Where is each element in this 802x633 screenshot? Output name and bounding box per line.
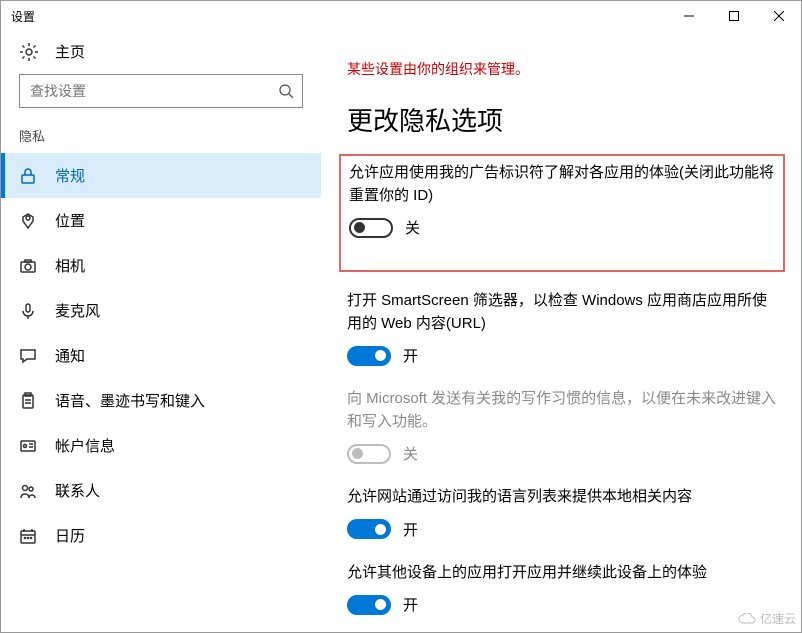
sidebar-item-speech[interactable]: 语音、墨迹书写和键入 (1, 378, 321, 423)
window-title: 设置 (11, 8, 35, 25)
search-input[interactable] (28, 82, 278, 100)
sidebar-item-notif[interactable]: 通知 (1, 333, 321, 378)
sidebar-item-label: 日历 (55, 525, 85, 546)
search-icon (278, 83, 294, 99)
setting-smartscreen: 打开 SmartScreen 筛选器，以检查 Windows 应用商店应用所使用… (347, 290, 777, 366)
sidebar-item-label: 位置 (55, 210, 85, 231)
sidebar: 主页 隐私 常规 位置 相机 麦克风 通知 语音、墨迹书写和键入 帐户信息 联系… (1, 31, 321, 632)
setting-desc: 允许应用使用我的广告标识符了解对各应用的体验(关闭此功能将重置你的 ID) (349, 162, 775, 207)
setting-desc: 允许网站通过访问我的语言列表来提供本地相关内容 (347, 486, 777, 509)
id-card-icon (19, 437, 37, 455)
setting-ad-id: 允许应用使用我的广告标识符了解对各应用的体验(关闭此功能将重置你的 ID) 关 (349, 162, 775, 238)
page-title: 更改隐私选项 (347, 101, 777, 138)
toggle-row: 开 (347, 594, 777, 615)
setting-typing-info: 向 Microsoft 发送有关我的写作习惯的信息，以便在未来改进键入和写入功能… (347, 388, 777, 464)
sidebar-item-label: 常规 (55, 165, 85, 186)
toggle-switch (347, 444, 391, 464)
clipboard-icon (19, 392, 37, 410)
toggle-row: 关 (349, 217, 775, 238)
toggle-switch[interactable] (349, 218, 393, 238)
section-label: 隐私 (1, 126, 321, 153)
sidebar-item-camera[interactable]: 相机 (1, 243, 321, 288)
toggle-label: 关 (403, 443, 418, 464)
toggle-row: 开 (347, 345, 777, 366)
sidebar-item-account[interactable]: 帐户信息 (1, 423, 321, 468)
sidebar-item-label: 通知 (55, 345, 85, 366)
toggle-switch[interactable] (347, 346, 391, 366)
sidebar-item-label: 帐户信息 (55, 435, 115, 456)
minimize-button[interactable] (666, 1, 711, 31)
sidebar-item-location[interactable]: 位置 (1, 198, 321, 243)
sidebar-item-mic[interactable]: 麦克风 (1, 288, 321, 333)
speech-bubble-icon (19, 347, 37, 365)
home-link[interactable]: 主页 (1, 31, 321, 74)
toggle-row: 关 (347, 443, 777, 464)
setting-desc: 向 Microsoft 发送有关我的写作习惯的信息，以便在未来改进键入和写入功能… (347, 388, 777, 433)
search-input-container[interactable] (19, 74, 303, 108)
toggle-switch[interactable] (347, 519, 391, 539)
toggle-row: 开 (347, 519, 777, 540)
setting-desc: 打开 SmartScreen 筛选器，以检查 Windows 应用商店应用所使用… (347, 290, 777, 335)
maximize-button[interactable] (711, 1, 756, 31)
close-button[interactable] (756, 1, 801, 31)
sidebar-item-label: 相机 (55, 255, 85, 276)
main-panel: 某些设置由你的组织来管理。 更改隐私选项 允许应用使用我的广告标识符了解对各应用… (321, 31, 801, 632)
org-managed-message: 某些设置由你的组织来管理。 (347, 59, 777, 79)
sidebar-item-contacts[interactable]: 联系人 (1, 468, 321, 513)
setting-desc: 允许其他设备上的应用打开应用并继续此设备上的体验 (347, 562, 777, 585)
sidebar-item-general[interactable]: 常规 (1, 153, 321, 198)
toggle-label: 关 (405, 217, 420, 238)
home-label: 主页 (55, 41, 85, 62)
window-controls (666, 1, 801, 31)
camera-icon (19, 257, 37, 275)
location-icon (19, 212, 37, 230)
sidebar-item-calendar[interactable]: 日历 (1, 513, 321, 558)
watermark: 亿速云 (738, 610, 796, 627)
toggle-label: 开 (403, 519, 418, 540)
toggle-switch[interactable] (347, 595, 391, 615)
nav-list: 常规 位置 相机 麦克风 通知 语音、墨迹书写和键入 帐户信息 联系人 日历 (1, 153, 321, 558)
toggle-label: 开 (403, 594, 418, 615)
lock-icon (19, 167, 37, 185)
toggle-label: 开 (403, 345, 418, 366)
sidebar-item-label: 麦克风 (55, 300, 100, 321)
highlighted-setting: 允许应用使用我的广告标识符了解对各应用的体验(关闭此功能将重置你的 ID) 关 (339, 154, 785, 272)
setting-other-devices: 允许其他设备上的应用打开应用并继续此设备上的体验 开 (347, 562, 777, 616)
microphone-icon (19, 302, 37, 320)
sidebar-item-label: 联系人 (55, 480, 100, 501)
titlebar: 设置 (1, 1, 801, 31)
gear-icon (19, 42, 39, 62)
sidebar-item-label: 语音、墨迹书写和键入 (55, 390, 205, 411)
setting-lang-list: 允许网站通过访问我的语言列表来提供本地相关内容 开 (347, 486, 777, 540)
people-icon (19, 482, 37, 500)
settings-list: 允许应用使用我的广告标识符了解对各应用的体验(关闭此功能将重置你的 ID) 关 … (347, 154, 777, 632)
calendar-icon (19, 527, 37, 545)
